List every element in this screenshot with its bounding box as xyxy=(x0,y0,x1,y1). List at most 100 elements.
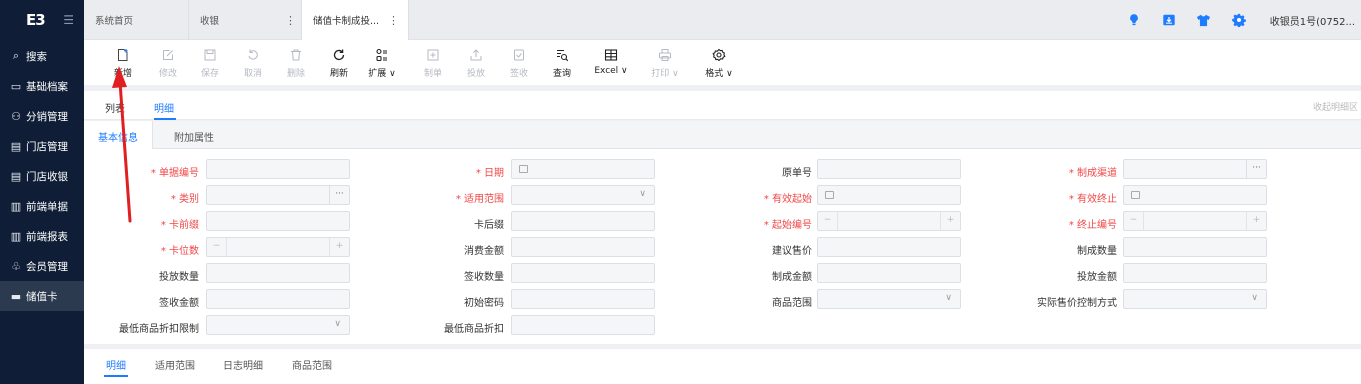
plus-box-icon xyxy=(427,49,439,61)
decrement-icon[interactable]: − xyxy=(207,238,227,256)
add-file-icon xyxy=(118,49,128,61)
tab-goods-scope[interactable]: 商品范围 xyxy=(292,357,332,372)
tab-list[interactable]: 列表 xyxy=(105,100,125,115)
tab-label: 系统首页 xyxy=(95,16,134,27)
sidebar-item-distribution[interactable]: ⚇ 分销管理 xyxy=(0,101,84,131)
format-dropdown[interactable]: 格式 ∨ xyxy=(699,48,739,79)
end-no-stepper[interactable]: − + xyxy=(1123,211,1267,231)
more-icon[interactable]: ··· xyxy=(329,186,349,204)
sidebar-item-label: 储值卡 xyxy=(26,290,58,303)
valid-end-label: * 有效终止 xyxy=(1068,194,1117,205)
button-label: 新增 xyxy=(113,69,132,79)
valid-start-picker[interactable] xyxy=(817,185,961,205)
download-icon[interactable] xyxy=(1161,12,1177,28)
issue-qty-input[interactable] xyxy=(206,263,350,283)
query-button[interactable]: 查询 xyxy=(542,48,582,79)
sidebar-item-search[interactable]: ⌕ 搜索 xyxy=(0,41,84,71)
tab-detail-lines[interactable]: 明细 xyxy=(106,357,126,372)
add-button[interactable]: 新增 xyxy=(103,48,143,79)
card-suffix-input[interactable] xyxy=(511,211,655,231)
increment-icon[interactable]: + xyxy=(1246,212,1266,230)
current-user[interactable]: 收银员1号(0752... xyxy=(1270,13,1355,28)
issue-button[interactable]: 投放 xyxy=(456,48,496,79)
category-input[interactable]: ··· xyxy=(206,185,350,205)
print-dropdown[interactable]: 打印 ∨ xyxy=(645,48,685,79)
app-logo: E3 xyxy=(26,11,46,29)
min-discount-limit-label: 最低商品折扣限制 xyxy=(119,324,199,335)
button-label: 取消 xyxy=(243,69,262,79)
sidebar-item-archive[interactable]: ▭ 基础档案 xyxy=(0,71,84,101)
shirt-icon[interactable] xyxy=(1196,12,1212,28)
start-no-stepper[interactable]: − + xyxy=(817,211,961,231)
suggest-price-input[interactable] xyxy=(817,237,961,257)
doc-no-input[interactable] xyxy=(206,159,350,179)
receive-qty-input[interactable] xyxy=(511,263,655,283)
tab-more-icon[interactable]: ⋮ xyxy=(388,14,399,27)
button-label: 修改 xyxy=(158,69,177,79)
search-icon: ⌕ xyxy=(12,49,20,62)
receive-button[interactable]: 签收 xyxy=(499,48,539,79)
sidebar-item-store[interactable]: ▤ 门店管理 xyxy=(0,131,84,161)
tab-log-detail[interactable]: 日志明细 xyxy=(223,357,263,372)
tab-more-icon[interactable]: ⋮ xyxy=(285,14,296,27)
channel-input[interactable]: ··· xyxy=(1123,159,1267,179)
sidebar-item-cashier[interactable]: ▤ 门店收银 xyxy=(0,161,84,191)
tab-detail[interactable]: 明细 xyxy=(154,100,174,115)
card-digits-stepper[interactable]: − + xyxy=(206,237,350,257)
valid-end-picker[interactable] xyxy=(1123,185,1267,205)
consume-amount-input[interactable] xyxy=(511,237,655,257)
document-icon: ▥ xyxy=(10,199,22,213)
make-qty-input[interactable] xyxy=(1123,237,1267,257)
sidebar-item-documents[interactable]: ▥ 前端单据 xyxy=(0,191,84,221)
sidebar-item-stored-value-card[interactable]: ▬ 储值卡 xyxy=(0,281,84,311)
tab-home[interactable]: 系统首页 xyxy=(84,0,189,40)
trash-icon xyxy=(291,49,301,61)
menu-fold-icon[interactable]: ☰ xyxy=(63,13,74,27)
decrement-icon[interactable]: − xyxy=(818,212,838,230)
collapse-detail-link[interactable]: 收起明细区 xyxy=(1313,100,1358,113)
excel-dropdown[interactable]: Excel ∨ xyxy=(591,48,631,76)
more-icon[interactable]: ··· xyxy=(1246,160,1266,178)
detail-form: * 单据编号 * 日期 原单号 * 制成渠道 ··· * 类别 ··· * 适用… xyxy=(84,149,1361,344)
calendar-icon xyxy=(519,165,528,173)
tab-cashier[interactable]: 收银 ⋮ xyxy=(189,0,302,40)
delete-button[interactable]: 删除 xyxy=(276,48,316,79)
decrement-icon[interactable]: − xyxy=(1124,212,1144,230)
increment-icon[interactable]: + xyxy=(329,238,349,256)
extend-dropdown[interactable]: 扩展 ∨ xyxy=(362,48,402,79)
chevron-down-icon: ∨ xyxy=(1251,293,1258,303)
tab-basic-info[interactable]: 基本信息 xyxy=(84,121,153,149)
refresh-button[interactable]: 刷新 xyxy=(319,48,359,79)
tab-applicable-scope[interactable]: 适用范围 xyxy=(155,357,195,372)
form-sub-tabs: 基本信息 附加属性 xyxy=(84,121,1361,149)
cancel-button[interactable]: 取消 xyxy=(233,48,273,79)
price-ctrl-select[interactable]: ∨ xyxy=(1123,289,1267,309)
date-picker[interactable] xyxy=(511,159,655,179)
cashier-icon: ▤ xyxy=(10,169,22,183)
min-discount-limit-select[interactable]: ∨ xyxy=(206,315,350,335)
save-button[interactable]: 保存 xyxy=(190,48,230,79)
min-discount-input[interactable] xyxy=(511,315,655,335)
valid-start-label: * 有效起始 xyxy=(763,194,812,205)
make-amount-input[interactable] xyxy=(817,263,961,283)
sidebar-item-reports[interactable]: ▥ 前端报表 xyxy=(0,221,84,251)
init-pwd-input[interactable] xyxy=(511,289,655,309)
orig-no-input[interactable] xyxy=(817,159,961,179)
undo-icon xyxy=(248,49,258,60)
goods-scope-select[interactable]: ∨ xyxy=(817,289,961,309)
save-icon xyxy=(204,49,216,61)
issue-amount-input[interactable] xyxy=(1123,263,1267,283)
scope-select[interactable]: ∨ xyxy=(511,185,655,205)
edit-button[interactable]: 修改 xyxy=(148,48,188,79)
card-prefix-input[interactable] xyxy=(206,211,350,231)
gear-icon[interactable] xyxy=(1231,12,1247,28)
sidebar-item-member[interactable]: ♧ 会员管理 xyxy=(0,251,84,281)
tab-stored-value-card[interactable]: 储值卡制成投... ⋮ xyxy=(302,0,409,40)
create-button[interactable]: 制单 xyxy=(413,48,453,79)
tab-extra-attributes[interactable]: 附加属性 xyxy=(160,121,228,149)
consume-amount-label: 消费金额 xyxy=(464,246,504,257)
lightbulb-icon[interactable] xyxy=(1126,12,1142,28)
increment-icon[interactable]: + xyxy=(940,212,960,230)
receive-amount-input[interactable] xyxy=(206,289,350,309)
active-tab-indicator xyxy=(104,375,128,377)
